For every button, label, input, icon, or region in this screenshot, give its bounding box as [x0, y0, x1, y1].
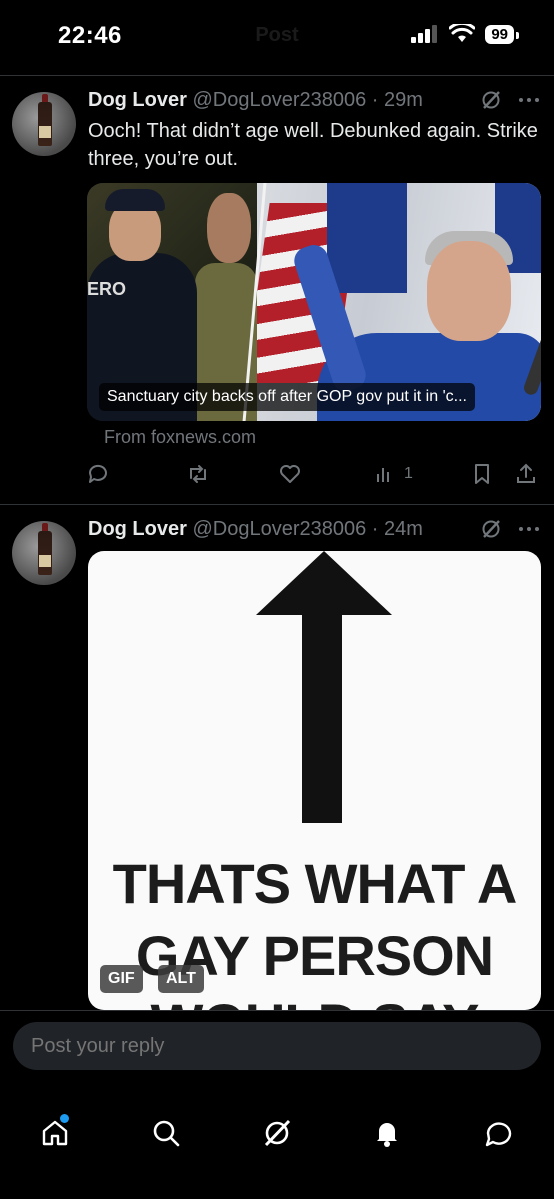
grok-icon [264, 1119, 291, 1147]
share-icon [517, 463, 535, 483]
card-headline: Sanctuary city backs off after GOP gov p… [99, 383, 475, 411]
bookmark-icon [475, 464, 489, 484]
user-handle[interactable]: @DogLover238006 [192, 89, 366, 111]
messages-icon [485, 1122, 512, 1147]
post-actions: 1 [86, 459, 542, 489]
reply-icon [88, 464, 107, 483]
battery-indicator: 99 [485, 24, 519, 44]
views-icon [377, 468, 389, 482]
more-options-icon[interactable] [518, 526, 540, 532]
meme-text-line2: GAY PERSON [135, 924, 494, 987]
reply-input[interactable] [13, 1022, 541, 1070]
user-handle[interactable]: @DogLover238006 [192, 518, 366, 540]
alt-badge[interactable]: ALT [158, 965, 204, 993]
wifi-icon [449, 24, 476, 42]
post-text: Ooch! That didn’t age well. Debunked aga… [88, 120, 538, 170]
post[interactable]: Dog Lover @DogLover238006 · 29m Ooch! Th… [0, 77, 554, 505]
nav-messages[interactable] [473, 1108, 523, 1158]
bottom-nav [0, 1090, 554, 1199]
gif-media[interactable]: THATS WHAT A GAY PERSON WOULD SAY GIF AL… [88, 551, 541, 1010]
post[interactable]: Dog Lover @DogLover238006 · 24m THATS WH… [0, 506, 554, 1010]
repost-button[interactable] [186, 459, 210, 489]
arrow-up-icon [256, 551, 392, 615]
avatar[interactable] [12, 92, 76, 156]
notification-dot [60, 1114, 69, 1123]
post-time: 24m [384, 518, 423, 540]
views-count: 1 [404, 465, 413, 482]
grok-icon[interactable] [480, 89, 502, 111]
reply-button[interactable] [86, 459, 110, 489]
grok-icon[interactable] [480, 518, 502, 540]
meme-text-line1: THATS WHAT A [112, 852, 518, 915]
nav-grok[interactable] [252, 1108, 302, 1158]
repost-icon [190, 465, 206, 483]
share-button[interactable] [514, 459, 538, 489]
like-button[interactable] [278, 459, 302, 489]
signal-icon [411, 25, 438, 43]
status-bar: 22:46 Post 99 [0, 0, 554, 76]
notifications-icon [377, 1123, 397, 1147]
nav-search[interactable] [141, 1108, 191, 1158]
link-card[interactable]: ERO Sanctuary city backs off after GOP g… [87, 183, 541, 421]
views-button[interactable]: 1 [374, 459, 413, 489]
display-name[interactable]: Dog Lover [88, 89, 187, 111]
card-source[interactable]: From foxnews.com [104, 427, 256, 448]
more-options-icon[interactable] [518, 97, 540, 103]
post-time: 29m [384, 89, 423, 111]
search-icon [153, 1120, 180, 1147]
status-icons: 99 [411, 24, 519, 44]
post-header: Dog Lover @DogLover238006 · 24m [88, 518, 540, 544]
gif-badge: GIF [100, 965, 143, 993]
ero-badge: ERO [87, 279, 127, 299]
heart-icon [280, 465, 300, 483]
nav-notifications[interactable] [362, 1108, 412, 1158]
avatar[interactable] [12, 521, 76, 585]
display-name[interactable]: Dog Lover [88, 518, 187, 540]
reply-bar [0, 1010, 554, 1090]
bookmark-button[interactable] [470, 459, 494, 489]
nav-home[interactable] [30, 1108, 80, 1158]
post-header: Dog Lover @DogLover238006 · 29m [88, 89, 540, 115]
meme-text-line3: WOULD SAY [88, 991, 541, 1010]
